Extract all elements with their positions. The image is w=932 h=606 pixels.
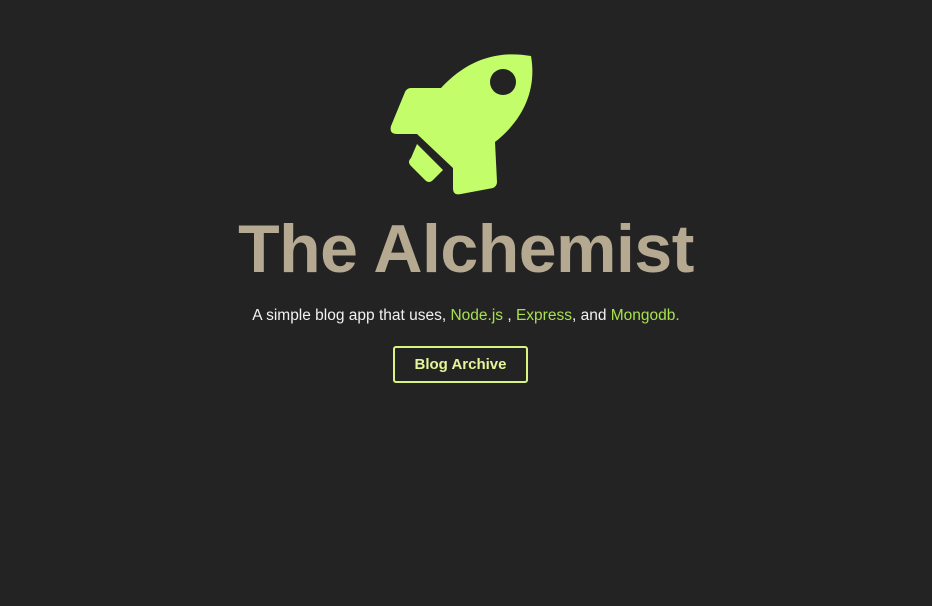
tagline-separator: ,: [503, 307, 516, 324]
nodejs-link[interactable]: Node.js: [450, 307, 503, 324]
rocket-icon: [389, 50, 535, 196]
tagline: A simple blog app that uses, Node.js , E…: [0, 304, 932, 328]
tagline-prefix: A simple blog app that uses,: [252, 307, 451, 324]
blog-archive-button[interactable]: Blog Archive: [393, 346, 528, 383]
tagline-separator: , and: [571, 307, 611, 324]
page-title: The Alchemist: [238, 211, 694, 287]
express-link[interactable]: Express: [516, 307, 572, 324]
hero-section: The Alchemist A simple blog app that use…: [0, 0, 932, 606]
mongodb-link[interactable]: Mongodb.: [611, 307, 680, 324]
